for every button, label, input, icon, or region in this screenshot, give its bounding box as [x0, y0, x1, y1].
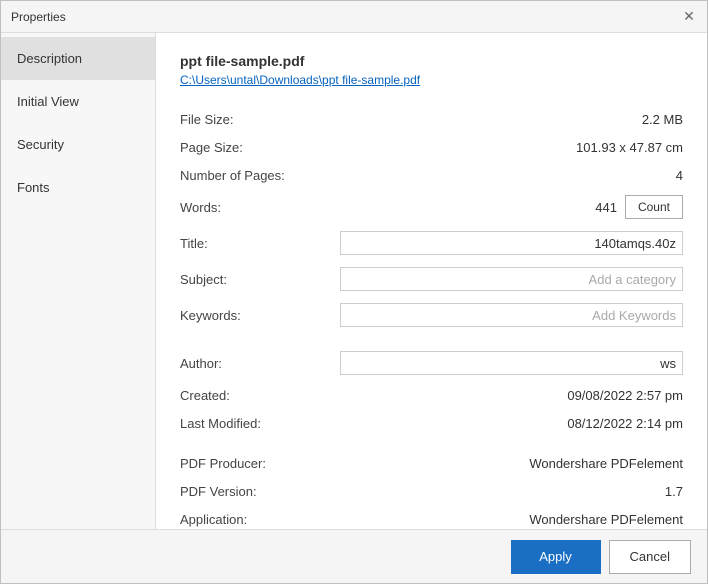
sidebar: Description Initial View Security Fonts	[1, 33, 156, 529]
num-pages-label: Number of Pages:	[180, 168, 340, 183]
keywords-label: Keywords:	[180, 308, 340, 323]
application-label: Application:	[180, 512, 340, 527]
subject-label: Subject:	[180, 272, 340, 287]
author-label: Author:	[180, 356, 340, 371]
words-value: 441	[340, 200, 617, 215]
apply-button[interactable]: Apply	[511, 540, 601, 574]
titlebar: Properties ✕	[1, 1, 707, 33]
pdf-producer-row: PDF Producer: Wondershare PDFelement	[180, 449, 683, 477]
sidebar-item-security[interactable]: Security	[1, 123, 155, 166]
sidebar-item-initial-view[interactable]: Initial View	[1, 80, 155, 123]
title-input[interactable]	[340, 231, 683, 255]
author-row: Author:	[180, 345, 683, 381]
main-panel: ppt file-sample.pdf C:\Users\untal\Downl…	[156, 33, 707, 529]
pdf-version-row: PDF Version: 1.7	[180, 477, 683, 505]
file-size-row: File Size: 2.2 MB	[180, 105, 683, 133]
pdf-version-value: 1.7	[340, 484, 683, 499]
file-size-label: File Size:	[180, 112, 340, 127]
pdf-version-label: PDF Version:	[180, 484, 340, 499]
num-pages-row: Number of Pages: 4	[180, 161, 683, 189]
author-input[interactable]	[340, 351, 683, 375]
application-row: Application: Wondershare PDFelement	[180, 505, 683, 529]
subject-input[interactable]	[340, 267, 683, 291]
file-size-value: 2.2 MB	[340, 112, 683, 127]
created-label: Created:	[180, 388, 340, 403]
sidebar-item-fonts[interactable]: Fonts	[1, 166, 155, 209]
subject-row: Subject:	[180, 261, 683, 297]
page-size-value: 101.93 x 47.87 cm	[340, 140, 683, 155]
created-value: 09/08/2022 2:57 pm	[340, 388, 683, 403]
count-button[interactable]: Count	[625, 195, 683, 219]
file-path[interactable]: C:\Users\untal\Downloads\ppt file-sample…	[180, 73, 683, 87]
words-row: Words: 441 Count	[180, 189, 683, 225]
sidebar-item-description[interactable]: Description	[1, 37, 155, 80]
application-value: Wondershare PDFelement	[340, 512, 683, 527]
file-name: ppt file-sample.pdf	[180, 53, 683, 69]
window-title: Properties	[11, 10, 66, 24]
created-row: Created: 09/08/2022 2:57 pm	[180, 381, 683, 409]
last-modified-label: Last Modified:	[180, 416, 340, 431]
close-button[interactable]: ✕	[681, 9, 697, 25]
title-row: Title:	[180, 225, 683, 261]
footer: Apply Cancel	[1, 529, 707, 583]
keywords-input[interactable]	[340, 303, 683, 327]
title-label: Title:	[180, 236, 340, 251]
cancel-button[interactable]: Cancel	[609, 540, 691, 574]
pdf-producer-value: Wondershare PDFelement	[340, 456, 683, 471]
last-modified-value: 08/12/2022 2:14 pm	[340, 416, 683, 431]
pdf-producer-label: PDF Producer:	[180, 456, 340, 471]
page-size-label: Page Size:	[180, 140, 340, 155]
properties-window: Properties ✕ Description Initial View Se…	[0, 0, 708, 584]
keywords-row: Keywords:	[180, 297, 683, 333]
last-modified-row: Last Modified: 08/12/2022 2:14 pm	[180, 409, 683, 437]
page-size-row: Page Size: 101.93 x 47.87 cm	[180, 133, 683, 161]
num-pages-value: 4	[340, 168, 683, 183]
words-label: Words:	[180, 200, 340, 215]
content-area: Description Initial View Security Fonts …	[1, 33, 707, 529]
